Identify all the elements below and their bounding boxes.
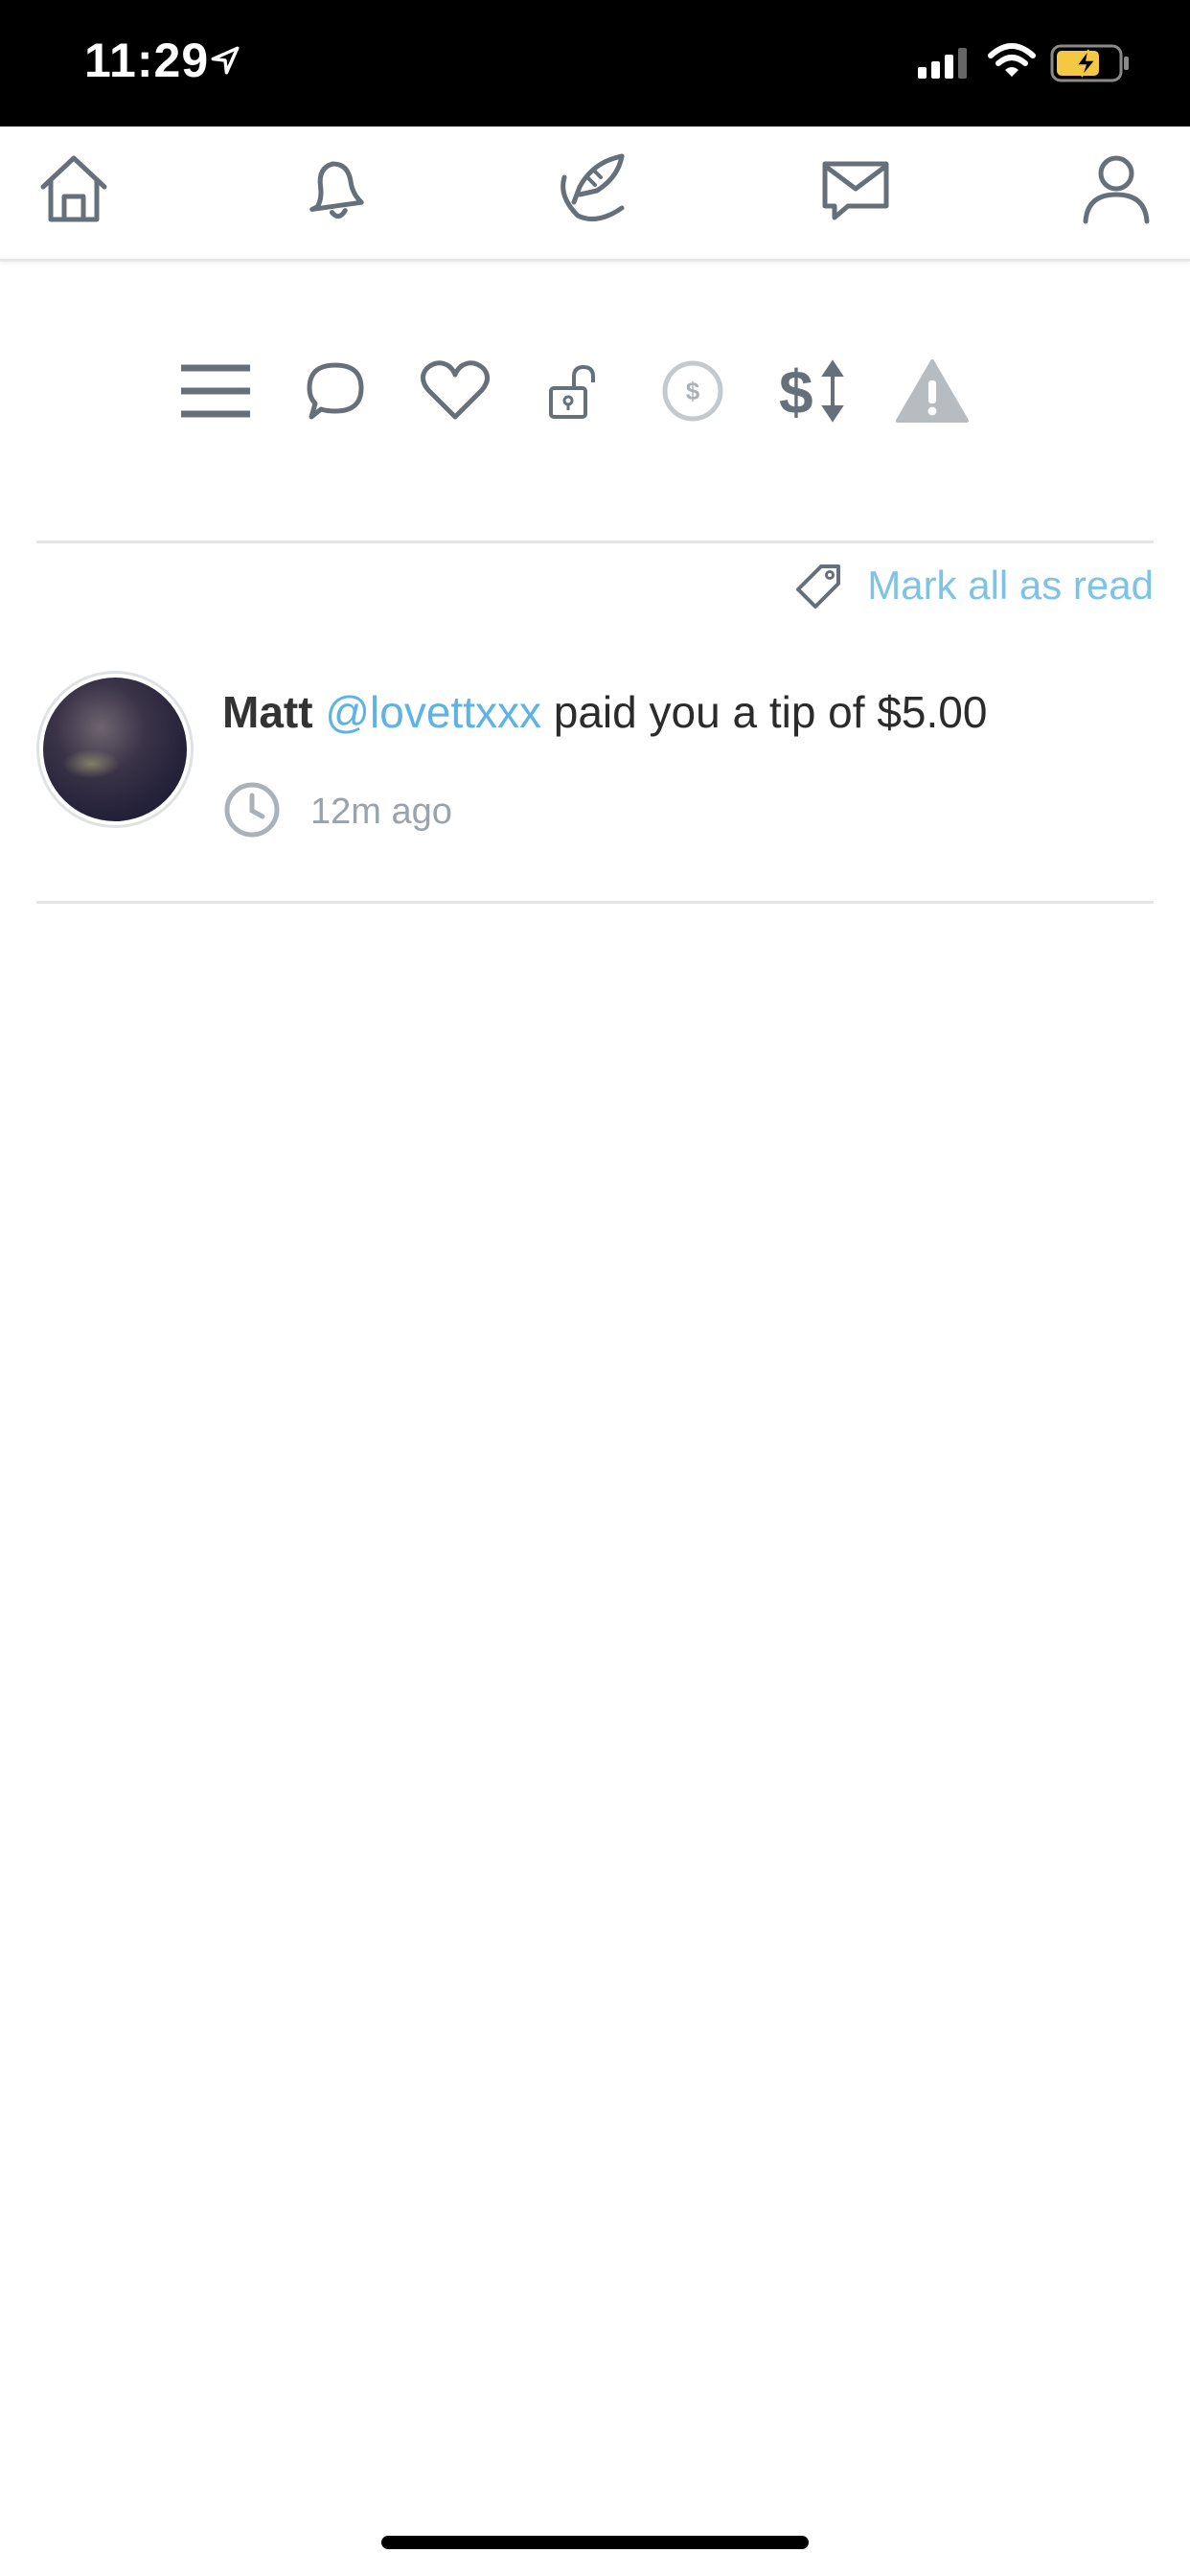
notification-item[interactable]: Matt @lovettxxx paid you a tip of $5.00 … [36, 671, 1154, 901]
avatar[interactable] [36, 671, 194, 828]
dollar-circle-icon: $ [661, 359, 724, 427]
nav-new-post[interactable] [552, 148, 638, 234]
envelope-icon [817, 150, 894, 232]
nav-profile[interactable] [1073, 148, 1159, 234]
nav-home[interactable] [31, 148, 117, 234]
comment-icon [304, 359, 367, 427]
top-navigation [0, 126, 1190, 262]
notification-message: paid you a tip of $5.00 [540, 687, 988, 737]
filter-comments[interactable] [292, 345, 378, 441]
notification-user-name[interactable]: Matt [222, 687, 313, 737]
avatar-image [43, 678, 187, 821]
clock-icon [222, 780, 282, 844]
filter-subscriptions[interactable] [529, 345, 615, 441]
filter-tips[interactable]: $ [650, 345, 736, 441]
tag-icon [796, 563, 842, 609]
unlock-icon [545, 359, 599, 427]
mark-all-read-label: Mark all as read [867, 563, 1154, 608]
svg-text:$: $ [779, 357, 813, 425]
heart-icon [419, 359, 492, 427]
filter-warnings[interactable] [889, 345, 975, 441]
wifi-icon [987, 42, 1037, 85]
nav-messages[interactable] [812, 148, 899, 234]
mark-all-read-button[interactable]: Mark all as read [796, 560, 1154, 611]
battery-charging-icon [1050, 44, 1131, 87]
notification-text: Matt @lovettxxx paid you a tip of $5.00 [222, 686, 987, 738]
bell-icon [296, 150, 373, 232]
filter-likes[interactable] [412, 345, 498, 441]
home-icon [35, 150, 112, 232]
divider [36, 901, 1154, 904]
home-indicator[interactable] [381, 2536, 809, 2549]
dollar-sort-icon: $ [777, 357, 850, 429]
status-time: 11:29 [84, 34, 210, 87]
user-icon [1078, 150, 1155, 232]
menu-icon [179, 362, 252, 425]
quill-icon [555, 149, 635, 234]
notification-user-handle[interactable]: @lovettxxx [325, 687, 541, 737]
notification-timestamp: 12m ago [222, 780, 452, 844]
filter-purchases[interactable]: $ [770, 345, 857, 441]
warning-icon [896, 357, 969, 429]
nav-notifications[interactable] [291, 148, 378, 234]
notification-time-label: 12m ago [310, 792, 452, 832]
location-arrow-icon [209, 44, 241, 81]
svg-text:$: $ [686, 377, 700, 405]
divider [36, 540, 1154, 543]
notification-filters: $ $ [0, 345, 1190, 441]
cellular-signal-icon [918, 46, 972, 83]
filter-all[interactable] [172, 345, 259, 441]
status-bar: 11:29 [0, 0, 1190, 126]
